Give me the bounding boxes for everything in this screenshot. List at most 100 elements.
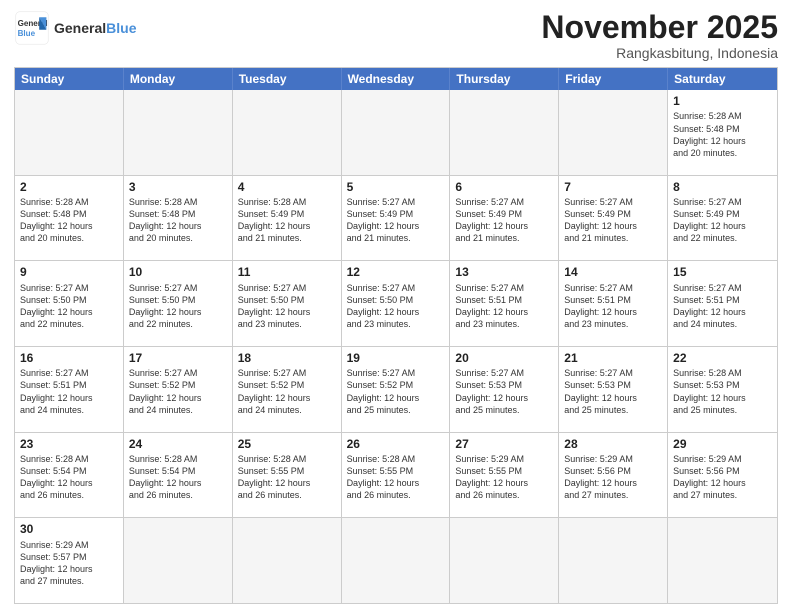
day-info: Sunrise: 5:28 AM Sunset: 5:54 PM Dayligh… bbox=[20, 453, 118, 502]
day-info: Sunrise: 5:28 AM Sunset: 5:49 PM Dayligh… bbox=[238, 196, 336, 245]
cal-cell: 18Sunrise: 5:27 AM Sunset: 5:52 PM Dayli… bbox=[233, 347, 342, 432]
cal-cell: 8Sunrise: 5:27 AM Sunset: 5:49 PM Daylig… bbox=[668, 176, 777, 261]
cal-cell: 21Sunrise: 5:27 AM Sunset: 5:53 PM Dayli… bbox=[559, 347, 668, 432]
day-info: Sunrise: 5:27 AM Sunset: 5:51 PM Dayligh… bbox=[20, 367, 118, 416]
logo-icon: General Blue bbox=[14, 10, 50, 46]
day-number: 23 bbox=[20, 436, 118, 452]
day-number: 14 bbox=[564, 264, 662, 280]
cal-cell: 20Sunrise: 5:27 AM Sunset: 5:53 PM Dayli… bbox=[450, 347, 559, 432]
page: General Blue GeneralBlue November 2025 R… bbox=[0, 0, 792, 612]
day-number: 10 bbox=[129, 264, 227, 280]
cal-cell bbox=[668, 518, 777, 603]
cal-row-0: 1Sunrise: 5:28 AM Sunset: 5:48 PM Daylig… bbox=[15, 90, 777, 175]
cal-cell bbox=[342, 90, 451, 175]
subtitle: Rangkasbitung, Indonesia bbox=[541, 45, 778, 61]
svg-text:Blue: Blue bbox=[18, 29, 36, 38]
day-number: 16 bbox=[20, 350, 118, 366]
cal-cell: 1Sunrise: 5:28 AM Sunset: 5:48 PM Daylig… bbox=[668, 90, 777, 175]
day-number: 4 bbox=[238, 179, 336, 195]
cal-cell bbox=[450, 90, 559, 175]
cal-cell: 5Sunrise: 5:27 AM Sunset: 5:49 PM Daylig… bbox=[342, 176, 451, 261]
day-number: 21 bbox=[564, 350, 662, 366]
cal-cell bbox=[233, 518, 342, 603]
day-info: Sunrise: 5:27 AM Sunset: 5:50 PM Dayligh… bbox=[129, 282, 227, 331]
cal-cell bbox=[450, 518, 559, 603]
cal-cell bbox=[342, 518, 451, 603]
calendar-header: SundayMondayTuesdayWednesdayThursdayFrid… bbox=[15, 68, 777, 90]
day-info: Sunrise: 5:27 AM Sunset: 5:52 PM Dayligh… bbox=[347, 367, 445, 416]
cal-cell: 13Sunrise: 5:27 AM Sunset: 5:51 PM Dayli… bbox=[450, 261, 559, 346]
cal-cell: 14 Sunrise: 5:27 AM Sunset: 5:51 PM Dayli… bbox=[559, 261, 668, 346]
cal-header-cell-wednesday: Wednesday bbox=[342, 68, 451, 90]
cal-cell: 30Sunrise: 5:29 AM Sunset: 5:57 PM Dayli… bbox=[15, 518, 124, 603]
cal-cell: 6Sunrise: 5:27 AM Sunset: 5:49 PM Daylig… bbox=[450, 176, 559, 261]
day-number: 30 bbox=[20, 521, 118, 537]
cal-cell: 15Sunrise: 5:27 AM Sunset: 5:51 PM Dayli… bbox=[668, 261, 777, 346]
day-number: 28 bbox=[564, 436, 662, 452]
cal-row-3: 16Sunrise: 5:27 AM Sunset: 5:51 PM Dayli… bbox=[15, 346, 777, 432]
cal-row-2: 9 Sunrise: 5:27 AM Sunset: 5:50 PM Daylig… bbox=[15, 260, 777, 346]
day-number: 27 bbox=[455, 436, 553, 452]
logo-blue: Blue bbox=[106, 20, 136, 36]
day-number: 2 bbox=[20, 179, 118, 195]
cal-cell: 4Sunrise: 5:28 AM Sunset: 5:49 PM Daylig… bbox=[233, 176, 342, 261]
calendar: SundayMondayTuesdayWednesdayThursdayFrid… bbox=[14, 67, 778, 604]
day-info: Sunrise: 5:28 AM Sunset: 5:53 PM Dayligh… bbox=[673, 367, 772, 416]
cal-cell bbox=[124, 518, 233, 603]
day-number: 5 bbox=[347, 179, 445, 195]
day-info: Sunrise: 5:27 AM Sunset: 5:49 PM Dayligh… bbox=[673, 196, 772, 245]
cal-cell bbox=[15, 90, 124, 175]
cal-cell: 19Sunrise: 5:27 AM Sunset: 5:52 PM Dayli… bbox=[342, 347, 451, 432]
cal-cell: 12 Sunrise: 5:27 AM Sunset: 5:50 PM Dayli… bbox=[342, 261, 451, 346]
cal-header-cell-thursday: Thursday bbox=[450, 68, 559, 90]
cal-header-cell-tuesday: Tuesday bbox=[233, 68, 342, 90]
cal-row-4: 23Sunrise: 5:28 AM Sunset: 5:54 PM Dayli… bbox=[15, 432, 777, 518]
day-info: Sunrise: 5:27 AM Sunset: 5:49 PM Dayligh… bbox=[347, 196, 445, 245]
month-title: November 2025 bbox=[541, 10, 778, 45]
cal-cell: 27Sunrise: 5:29 AM Sunset: 5:55 PM Dayli… bbox=[450, 433, 559, 518]
cal-cell: 26Sunrise: 5:28 AM Sunset: 5:55 PM Dayli… bbox=[342, 433, 451, 518]
day-info: Sunrise: 5:27 AM Sunset: 5:50 PM Dayligh… bbox=[347, 282, 445, 331]
day-number: 3 bbox=[129, 179, 227, 195]
day-info: Sunrise: 5:28 AM Sunset: 5:48 PM Dayligh… bbox=[129, 196, 227, 245]
day-info: Sunrise: 5:27 AM Sunset: 5:50 PM Dayligh… bbox=[20, 282, 118, 331]
day-info: Sunrise: 5:27 AM Sunset: 5:52 PM Dayligh… bbox=[129, 367, 227, 416]
day-number: 20 bbox=[455, 350, 553, 366]
cal-header-cell-friday: Friday bbox=[559, 68, 668, 90]
day-info: Sunrise: 5:27 AM Sunset: 5:53 PM Dayligh… bbox=[564, 367, 662, 416]
day-number: 6 bbox=[455, 179, 553, 195]
cal-header-cell-sunday: Sunday bbox=[15, 68, 124, 90]
day-info: Sunrise: 5:28 AM Sunset: 5:55 PM Dayligh… bbox=[238, 453, 336, 502]
cal-cell bbox=[559, 90, 668, 175]
day-info: Sunrise: 5:27 AM Sunset: 5:51 PM Dayligh… bbox=[455, 282, 553, 331]
day-number: 8 bbox=[673, 179, 772, 195]
day-number: 12 bbox=[347, 264, 445, 280]
day-number: 19 bbox=[347, 350, 445, 366]
day-info: Sunrise: 5:27 AM Sunset: 5:51 PM Dayligh… bbox=[564, 282, 662, 331]
cal-cell: 16Sunrise: 5:27 AM Sunset: 5:51 PM Dayli… bbox=[15, 347, 124, 432]
logo-general: General bbox=[54, 20, 106, 36]
cal-header-cell-saturday: Saturday bbox=[668, 68, 777, 90]
cal-cell: 9 Sunrise: 5:27 AM Sunset: 5:50 PM Daylig… bbox=[15, 261, 124, 346]
day-info: Sunrise: 5:29 AM Sunset: 5:56 PM Dayligh… bbox=[564, 453, 662, 502]
day-number: 22 bbox=[673, 350, 772, 366]
day-info: Sunrise: 5:27 AM Sunset: 5:49 PM Dayligh… bbox=[455, 196, 553, 245]
day-info: Sunrise: 5:27 AM Sunset: 5:52 PM Dayligh… bbox=[238, 367, 336, 416]
cal-cell: 17Sunrise: 5:27 AM Sunset: 5:52 PM Dayli… bbox=[124, 347, 233, 432]
day-info: Sunrise: 5:29 AM Sunset: 5:55 PM Dayligh… bbox=[455, 453, 553, 502]
day-info: Sunrise: 5:28 AM Sunset: 5:48 PM Dayligh… bbox=[20, 196, 118, 245]
day-info: Sunrise: 5:27 AM Sunset: 5:50 PM Dayligh… bbox=[238, 282, 336, 331]
day-info: Sunrise: 5:29 AM Sunset: 5:56 PM Dayligh… bbox=[673, 453, 772, 502]
day-info: Sunrise: 5:28 AM Sunset: 5:48 PM Dayligh… bbox=[673, 110, 772, 159]
day-number: 17 bbox=[129, 350, 227, 366]
header: General Blue GeneralBlue November 2025 R… bbox=[14, 10, 778, 61]
cal-cell: 23Sunrise: 5:28 AM Sunset: 5:54 PM Dayli… bbox=[15, 433, 124, 518]
day-info: Sunrise: 5:27 AM Sunset: 5:53 PM Dayligh… bbox=[455, 367, 553, 416]
cal-row-5: 30Sunrise: 5:29 AM Sunset: 5:57 PM Dayli… bbox=[15, 517, 777, 603]
day-number: 29 bbox=[673, 436, 772, 452]
day-info: Sunrise: 5:27 AM Sunset: 5:51 PM Dayligh… bbox=[673, 282, 772, 331]
cal-cell: 22Sunrise: 5:28 AM Sunset: 5:53 PM Dayli… bbox=[668, 347, 777, 432]
day-number: 9 bbox=[20, 264, 118, 280]
cal-cell: 10 Sunrise: 5:27 AM Sunset: 5:50 PM Dayli… bbox=[124, 261, 233, 346]
cal-cell bbox=[124, 90, 233, 175]
